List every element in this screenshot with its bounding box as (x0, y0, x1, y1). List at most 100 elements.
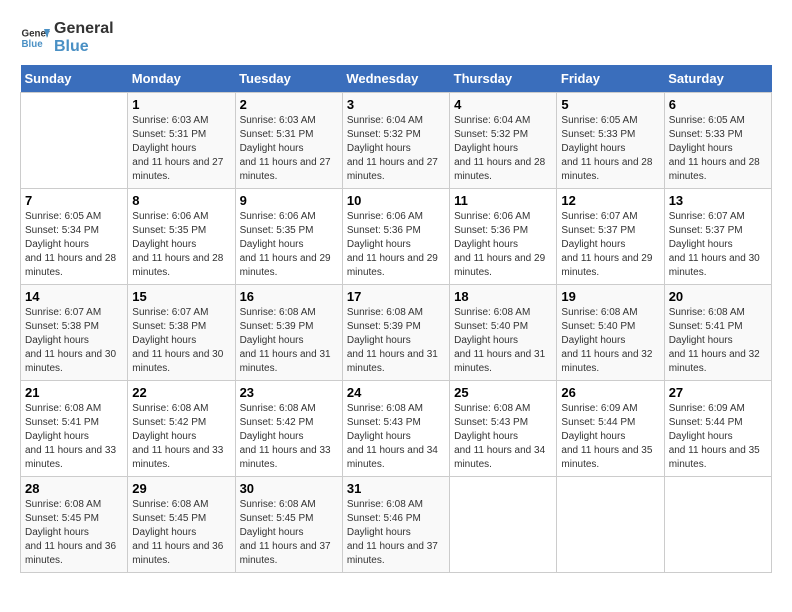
day-cell: 18 Sunrise: 6:08 AM Sunset: 5:40 PM Dayl… (450, 285, 557, 381)
day-info: Sunrise: 6:08 AM Sunset: 5:43 PM Dayligh… (347, 402, 445, 472)
day-number: 5 (561, 97, 659, 112)
day-info: Sunrise: 6:08 AM Sunset: 5:45 PM Dayligh… (240, 498, 338, 568)
day-cell: 14 Sunrise: 6:07 AM Sunset: 5:38 PM Dayl… (21, 285, 128, 381)
day-info: Sunrise: 6:06 AM Sunset: 5:35 PM Dayligh… (240, 210, 338, 280)
header-sunday: Sunday (21, 65, 128, 93)
day-info: Sunrise: 6:08 AM Sunset: 5:39 PM Dayligh… (347, 306, 445, 376)
day-number: 30 (240, 481, 338, 496)
day-number: 26 (561, 385, 659, 400)
day-info: Sunrise: 6:07 AM Sunset: 5:37 PM Dayligh… (669, 210, 767, 280)
day-number: 28 (25, 481, 123, 496)
day-number: 10 (347, 193, 445, 208)
day-cell: 23 Sunrise: 6:08 AM Sunset: 5:42 PM Dayl… (235, 381, 342, 477)
day-info: Sunrise: 6:09 AM Sunset: 5:44 PM Dayligh… (561, 402, 659, 472)
day-info: Sunrise: 6:08 AM Sunset: 5:41 PM Dayligh… (669, 306, 767, 376)
day-number: 31 (347, 481, 445, 496)
day-number: 7 (25, 193, 123, 208)
day-number: 18 (454, 289, 552, 304)
day-number: 15 (132, 289, 230, 304)
day-number: 14 (25, 289, 123, 304)
day-cell: 12 Sunrise: 6:07 AM Sunset: 5:37 PM Dayl… (557, 189, 664, 285)
calendar-table: SundayMondayTuesdayWednesdayThursdayFrid… (20, 65, 772, 573)
day-info: Sunrise: 6:07 AM Sunset: 5:38 PM Dayligh… (25, 306, 123, 376)
day-number: 4 (454, 97, 552, 112)
day-number: 19 (561, 289, 659, 304)
day-cell (450, 477, 557, 573)
day-cell: 30 Sunrise: 6:08 AM Sunset: 5:45 PM Dayl… (235, 477, 342, 573)
day-info: Sunrise: 6:08 AM Sunset: 5:43 PM Dayligh… (454, 402, 552, 472)
day-cell: 1 Sunrise: 6:03 AM Sunset: 5:31 PM Dayli… (128, 93, 235, 189)
header-thursday: Thursday (450, 65, 557, 93)
day-cell: 31 Sunrise: 6:08 AM Sunset: 5:46 PM Dayl… (342, 477, 449, 573)
day-cell: 28 Sunrise: 6:08 AM Sunset: 5:45 PM Dayl… (21, 477, 128, 573)
day-info: Sunrise: 6:08 AM Sunset: 5:39 PM Dayligh… (240, 306, 338, 376)
days-header-row: SundayMondayTuesdayWednesdayThursdayFrid… (21, 65, 772, 93)
day-number: 1 (132, 97, 230, 112)
logo: General Blue General Blue (20, 20, 114, 55)
day-cell: 20 Sunrise: 6:08 AM Sunset: 5:41 PM Dayl… (664, 285, 771, 381)
header: General Blue General Blue (20, 20, 772, 55)
day-number: 13 (669, 193, 767, 208)
day-cell: 16 Sunrise: 6:08 AM Sunset: 5:39 PM Dayl… (235, 285, 342, 381)
day-number: 11 (454, 193, 552, 208)
day-info: Sunrise: 6:03 AM Sunset: 5:31 PM Dayligh… (240, 114, 338, 184)
day-cell: 5 Sunrise: 6:05 AM Sunset: 5:33 PM Dayli… (557, 93, 664, 189)
day-cell: 9 Sunrise: 6:06 AM Sunset: 5:35 PM Dayli… (235, 189, 342, 285)
day-info: Sunrise: 6:06 AM Sunset: 5:35 PM Dayligh… (132, 210, 230, 280)
day-number: 21 (25, 385, 123, 400)
day-number: 27 (669, 385, 767, 400)
week-row-1: 1 Sunrise: 6:03 AM Sunset: 5:31 PM Dayli… (21, 93, 772, 189)
day-info: Sunrise: 6:08 AM Sunset: 5:42 PM Dayligh… (240, 402, 338, 472)
week-row-2: 7 Sunrise: 6:05 AM Sunset: 5:34 PM Dayli… (21, 189, 772, 285)
day-info: Sunrise: 6:04 AM Sunset: 5:32 PM Dayligh… (454, 114, 552, 184)
week-row-5: 28 Sunrise: 6:08 AM Sunset: 5:45 PM Dayl… (21, 477, 772, 573)
day-cell: 27 Sunrise: 6:09 AM Sunset: 5:44 PM Dayl… (664, 381, 771, 477)
day-cell: 4 Sunrise: 6:04 AM Sunset: 5:32 PM Dayli… (450, 93, 557, 189)
day-cell: 29 Sunrise: 6:08 AM Sunset: 5:45 PM Dayl… (128, 477, 235, 573)
header-friday: Friday (557, 65, 664, 93)
day-cell: 15 Sunrise: 6:07 AM Sunset: 5:38 PM Dayl… (128, 285, 235, 381)
day-cell: 21 Sunrise: 6:08 AM Sunset: 5:41 PM Dayl… (21, 381, 128, 477)
day-info: Sunrise: 6:08 AM Sunset: 5:45 PM Dayligh… (132, 498, 230, 568)
day-info: Sunrise: 6:05 AM Sunset: 5:33 PM Dayligh… (669, 114, 767, 184)
day-number: 22 (132, 385, 230, 400)
day-cell: 11 Sunrise: 6:06 AM Sunset: 5:36 PM Dayl… (450, 189, 557, 285)
svg-text:Blue: Blue (22, 39, 44, 50)
day-number: 20 (669, 289, 767, 304)
day-number: 8 (132, 193, 230, 208)
day-info: Sunrise: 6:09 AM Sunset: 5:44 PM Dayligh… (669, 402, 767, 472)
day-info: Sunrise: 6:08 AM Sunset: 5:40 PM Dayligh… (454, 306, 552, 376)
day-info: Sunrise: 6:07 AM Sunset: 5:37 PM Dayligh… (561, 210, 659, 280)
day-info: Sunrise: 6:05 AM Sunset: 5:33 PM Dayligh… (561, 114, 659, 184)
logo-icon: General Blue (20, 23, 50, 53)
day-cell: 6 Sunrise: 6:05 AM Sunset: 5:33 PM Dayli… (664, 93, 771, 189)
day-cell (21, 93, 128, 189)
day-info: Sunrise: 6:07 AM Sunset: 5:38 PM Dayligh… (132, 306, 230, 376)
day-info: Sunrise: 6:08 AM Sunset: 5:42 PM Dayligh… (132, 402, 230, 472)
day-cell: 22 Sunrise: 6:08 AM Sunset: 5:42 PM Dayl… (128, 381, 235, 477)
header-monday: Monday (128, 65, 235, 93)
day-cell: 10 Sunrise: 6:06 AM Sunset: 5:36 PM Dayl… (342, 189, 449, 285)
day-cell: 2 Sunrise: 6:03 AM Sunset: 5:31 PM Dayli… (235, 93, 342, 189)
header-tuesday: Tuesday (235, 65, 342, 93)
day-number: 17 (347, 289, 445, 304)
day-number: 2 (240, 97, 338, 112)
day-info: Sunrise: 6:08 AM Sunset: 5:41 PM Dayligh… (25, 402, 123, 472)
day-number: 16 (240, 289, 338, 304)
header-wednesday: Wednesday (342, 65, 449, 93)
day-cell: 3 Sunrise: 6:04 AM Sunset: 5:32 PM Dayli… (342, 93, 449, 189)
day-cell (557, 477, 664, 573)
day-info: Sunrise: 6:06 AM Sunset: 5:36 PM Dayligh… (454, 210, 552, 280)
day-info: Sunrise: 6:06 AM Sunset: 5:36 PM Dayligh… (347, 210, 445, 280)
week-row-3: 14 Sunrise: 6:07 AM Sunset: 5:38 PM Dayl… (21, 285, 772, 381)
day-cell: 19 Sunrise: 6:08 AM Sunset: 5:40 PM Dayl… (557, 285, 664, 381)
day-cell: 8 Sunrise: 6:06 AM Sunset: 5:35 PM Dayli… (128, 189, 235, 285)
day-cell: 17 Sunrise: 6:08 AM Sunset: 5:39 PM Dayl… (342, 285, 449, 381)
day-info: Sunrise: 6:03 AM Sunset: 5:31 PM Dayligh… (132, 114, 230, 184)
day-number: 12 (561, 193, 659, 208)
day-cell: 25 Sunrise: 6:08 AM Sunset: 5:43 PM Dayl… (450, 381, 557, 477)
day-number: 25 (454, 385, 552, 400)
day-number: 23 (240, 385, 338, 400)
week-row-4: 21 Sunrise: 6:08 AM Sunset: 5:41 PM Dayl… (21, 381, 772, 477)
day-number: 9 (240, 193, 338, 208)
